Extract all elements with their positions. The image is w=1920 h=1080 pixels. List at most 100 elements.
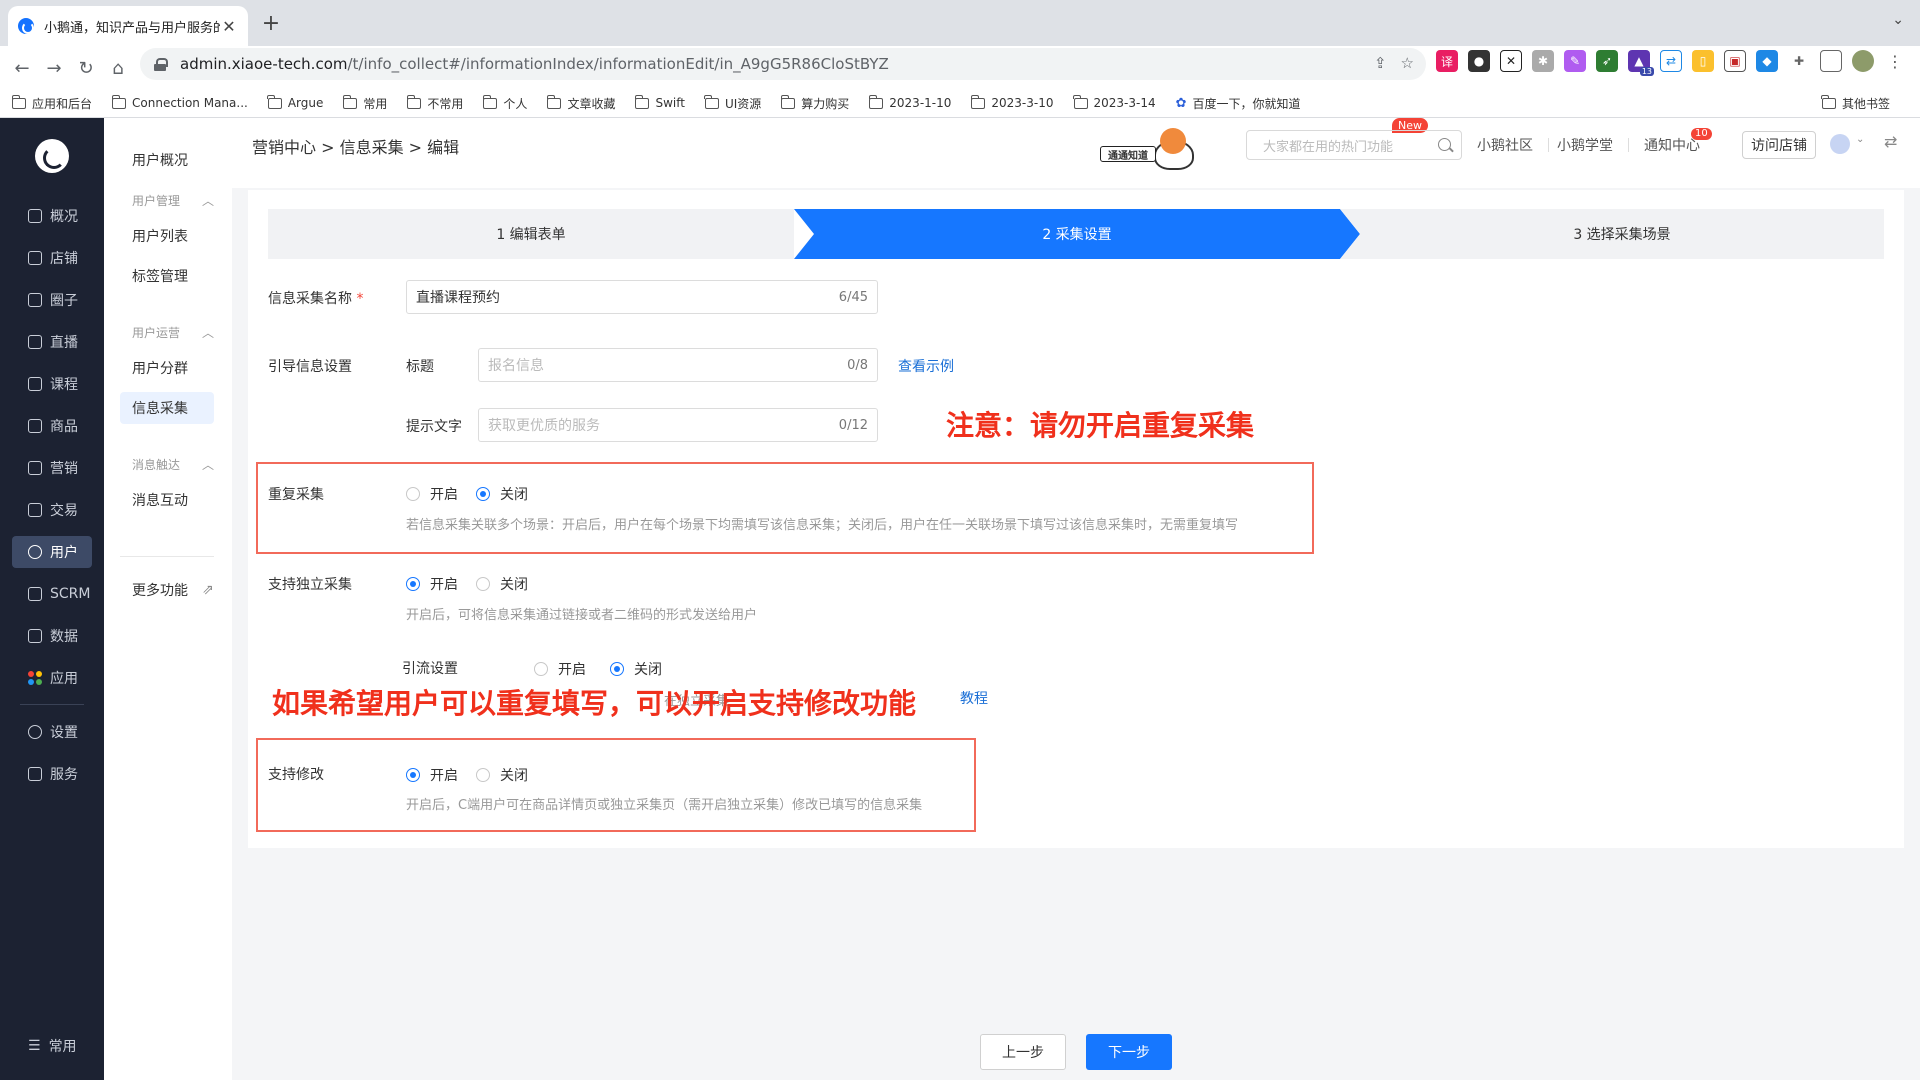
step-edit-form[interactable]: 1 编辑表单 bbox=[268, 209, 794, 259]
traffic-off-radio[interactable]: 关闭 bbox=[610, 659, 662, 679]
folder-icon bbox=[406, 94, 422, 109]
address-bar[interactable]: admin.xiaoe-tech.com/t/info_collect#/inf… bbox=[140, 48, 1426, 80]
monitor-extension-icon[interactable]: ▣ bbox=[1724, 50, 1746, 72]
xiaoe-logo-icon[interactable] bbox=[35, 139, 69, 173]
tutorial-link[interactable]: 教程 bbox=[960, 688, 988, 708]
bookmark-item[interactable]: 常用 bbox=[342, 94, 387, 112]
bookmark-item[interactable]: 应用和后台 bbox=[11, 94, 92, 112]
avatar[interactable] bbox=[1830, 134, 1850, 154]
subnav-group-user-ops[interactable]: 用户运营 ︿ bbox=[132, 324, 214, 341]
sidebar-item-user[interactable]: 用户 bbox=[12, 536, 92, 568]
cross-extension-icon[interactable]: ✕ bbox=[1500, 50, 1522, 72]
share-icon[interactable]: ⇪ bbox=[1374, 54, 1387, 72]
community-link[interactable]: 小鹅社区 bbox=[1477, 135, 1533, 155]
browser-tab[interactable]: 小鹅通，知识产品与用户服务的 ✕ bbox=[8, 6, 248, 46]
tab-search-chevron-icon[interactable]: ⌄ bbox=[1892, 12, 1904, 28]
sidebar-item-course[interactable]: 课程 bbox=[12, 368, 92, 400]
subnav-group-user-manage[interactable]: 用户管理 ︿ bbox=[132, 192, 214, 209]
step-select-scene[interactable]: 3 选择采集场景 bbox=[1360, 209, 1884, 259]
sidebar-item-trade[interactable]: 交易 bbox=[12, 494, 92, 526]
radio-off-icon bbox=[476, 768, 490, 782]
subnav-user-overview[interactable]: 用户概况 bbox=[120, 144, 214, 176]
sidebar-item-service[interactable]: 服务 bbox=[12, 758, 92, 790]
sidebar-item-apps[interactable]: 应用 bbox=[12, 662, 92, 694]
sidebar-item-settings[interactable]: 设置 bbox=[12, 716, 92, 748]
sidebar-item-goods[interactable]: 商品 bbox=[12, 410, 92, 442]
bookmark-item[interactable]: 2023-3-10 bbox=[970, 94, 1054, 110]
view-example-link[interactable]: 查看示例 bbox=[898, 356, 954, 376]
bookmark-item[interactable]: 算力购买 bbox=[780, 94, 849, 112]
back-icon[interactable]: ← bbox=[8, 54, 36, 82]
traffic-on-radio[interactable]: 开启 bbox=[534, 659, 586, 679]
subnav-user-list[interactable]: 用户列表 bbox=[120, 220, 214, 252]
step-collect-settings[interactable]: 2 采集设置 bbox=[814, 209, 1340, 259]
modify-on-radio[interactable]: 开启 bbox=[406, 765, 458, 785]
bookmark-item[interactable]: Argue bbox=[267, 94, 323, 110]
side-panel-icon[interactable] bbox=[1820, 50, 1842, 72]
sync-extension-icon[interactable]: ⇄ bbox=[1660, 50, 1682, 72]
note-extension-icon[interactable]: ▯ bbox=[1692, 50, 1714, 72]
subnav-more-functions[interactable]: 更多功能 ⇗ bbox=[120, 574, 214, 606]
subnav-msg-interact[interactable]: 消息互动 bbox=[120, 484, 214, 516]
standalone-on-radio[interactable]: 开启 bbox=[406, 574, 458, 594]
subnav-info-collect[interactable]: 信息采集 bbox=[120, 392, 214, 424]
subnav-tag-manage[interactable]: 标签管理 bbox=[120, 260, 214, 292]
bookmark-item[interactable]: 不常用 bbox=[406, 94, 463, 112]
translate-extension-icon[interactable]: 译 bbox=[1436, 50, 1458, 72]
modify-off-radio[interactable]: 关闭 bbox=[476, 765, 528, 785]
repeat-off-radio[interactable]: 关闭 bbox=[476, 484, 528, 504]
academy-link[interactable]: 小鹅学堂 bbox=[1557, 135, 1613, 155]
bookmark-item[interactable]: 2023-1-10 bbox=[868, 94, 951, 110]
browser-menu-icon[interactable]: ⋮ bbox=[1884, 50, 1906, 72]
tip-text-input[interactable]: 获取更优质的服务 0/12 bbox=[478, 408, 878, 442]
sidebar-item-community[interactable]: 圈子 bbox=[12, 284, 92, 316]
gear-extension-icon[interactable]: ✱ bbox=[1532, 50, 1554, 72]
close-tab-icon[interactable]: ✕ bbox=[220, 17, 238, 36]
reload-icon[interactable]: ↻ bbox=[72, 54, 100, 82]
bookmark-item[interactable]: 文章收藏 bbox=[546, 94, 615, 112]
next-step-button[interactable]: 下一步 bbox=[1086, 1034, 1172, 1070]
ninja-extension-icon[interactable]: ● bbox=[1468, 50, 1490, 72]
prev-step-button[interactable]: 上一步 bbox=[980, 1034, 1066, 1070]
search-icon[interactable] bbox=[1438, 138, 1451, 151]
bookmark-item[interactable]: UI资源 bbox=[704, 94, 761, 112]
repeat-on-radio[interactable]: 开启 bbox=[406, 484, 458, 504]
sidebar-item-data[interactable]: 数据 bbox=[12, 620, 92, 652]
sidebar-item-overview[interactable]: 概况 bbox=[12, 200, 92, 232]
visit-shop-button[interactable]: 访问店铺 bbox=[1742, 131, 1816, 159]
rocket-extension-icon[interactable]: ➶ bbox=[1596, 50, 1618, 72]
lock-icon[interactable] bbox=[154, 58, 168, 71]
chevron-down-icon[interactable]: ⌄ bbox=[1856, 134, 1864, 145]
sidebar-item-frequent[interactable]: ☰ 常用 bbox=[12, 1030, 92, 1062]
standalone-off-radio[interactable]: 关闭 bbox=[476, 574, 528, 594]
other-bookmarks[interactable]: 其他书签 bbox=[1821, 88, 1890, 118]
subnav-group-msg[interactable]: 消息触达 ︿ bbox=[132, 456, 214, 473]
search-placeholder: 大家都在用的热门功能 bbox=[1263, 139, 1394, 155]
academy-extension-icon[interactable]: ▲ 13 bbox=[1628, 50, 1654, 76]
bookmark-item[interactable]: 个人 bbox=[482, 94, 527, 112]
sidebar-item-shop[interactable]: 店铺 bbox=[12, 242, 92, 274]
bookmark-item[interactable]: Swift bbox=[634, 94, 685, 110]
profile-avatar-icon[interactable] bbox=[1852, 50, 1874, 72]
puzzle-extensions-icon[interactable]: ✚ bbox=[1788, 50, 1810, 72]
subnav-user-segment[interactable]: 用户分群 bbox=[120, 352, 214, 384]
folder-icon bbox=[970, 94, 986, 109]
sidebar-item-marketing[interactable]: 营销 bbox=[12, 452, 92, 484]
mascot-helper[interactable]: 通通知道 bbox=[1100, 122, 1210, 170]
bookmark-item[interactable]: ✿ 百度一下，你就知道 bbox=[1176, 95, 1301, 112]
new-tab-icon[interactable]: + bbox=[258, 10, 284, 36]
sidebar-item-live[interactable]: 直播 bbox=[12, 326, 92, 358]
forward-icon[interactable]: → bbox=[40, 54, 68, 82]
search-input[interactable]: 大家都在用的热门功能 bbox=[1246, 130, 1462, 160]
home-icon[interactable]: ⌂ bbox=[104, 54, 132, 82]
extension-badge: 13 bbox=[1639, 67, 1654, 76]
switch-icon[interactable]: ⇄ bbox=[1884, 132, 1897, 151]
title-input[interactable]: 报名信息 0/8 bbox=[478, 348, 878, 382]
name-input[interactable]: 直播课程预约 6/45 bbox=[406, 280, 878, 314]
bookmark-item[interactable]: 2023-3-14 bbox=[1073, 94, 1156, 110]
bookmark-item[interactable]: Connection Mana... bbox=[111, 94, 248, 110]
bookmark-star-icon[interactable]: ☆ bbox=[1401, 54, 1414, 72]
pen-extension-icon[interactable]: ✎ bbox=[1564, 50, 1586, 72]
sidebar-item-scrm[interactable]: SCRM bbox=[12, 578, 92, 610]
drop-extension-icon[interactable]: ◆ bbox=[1756, 50, 1778, 72]
